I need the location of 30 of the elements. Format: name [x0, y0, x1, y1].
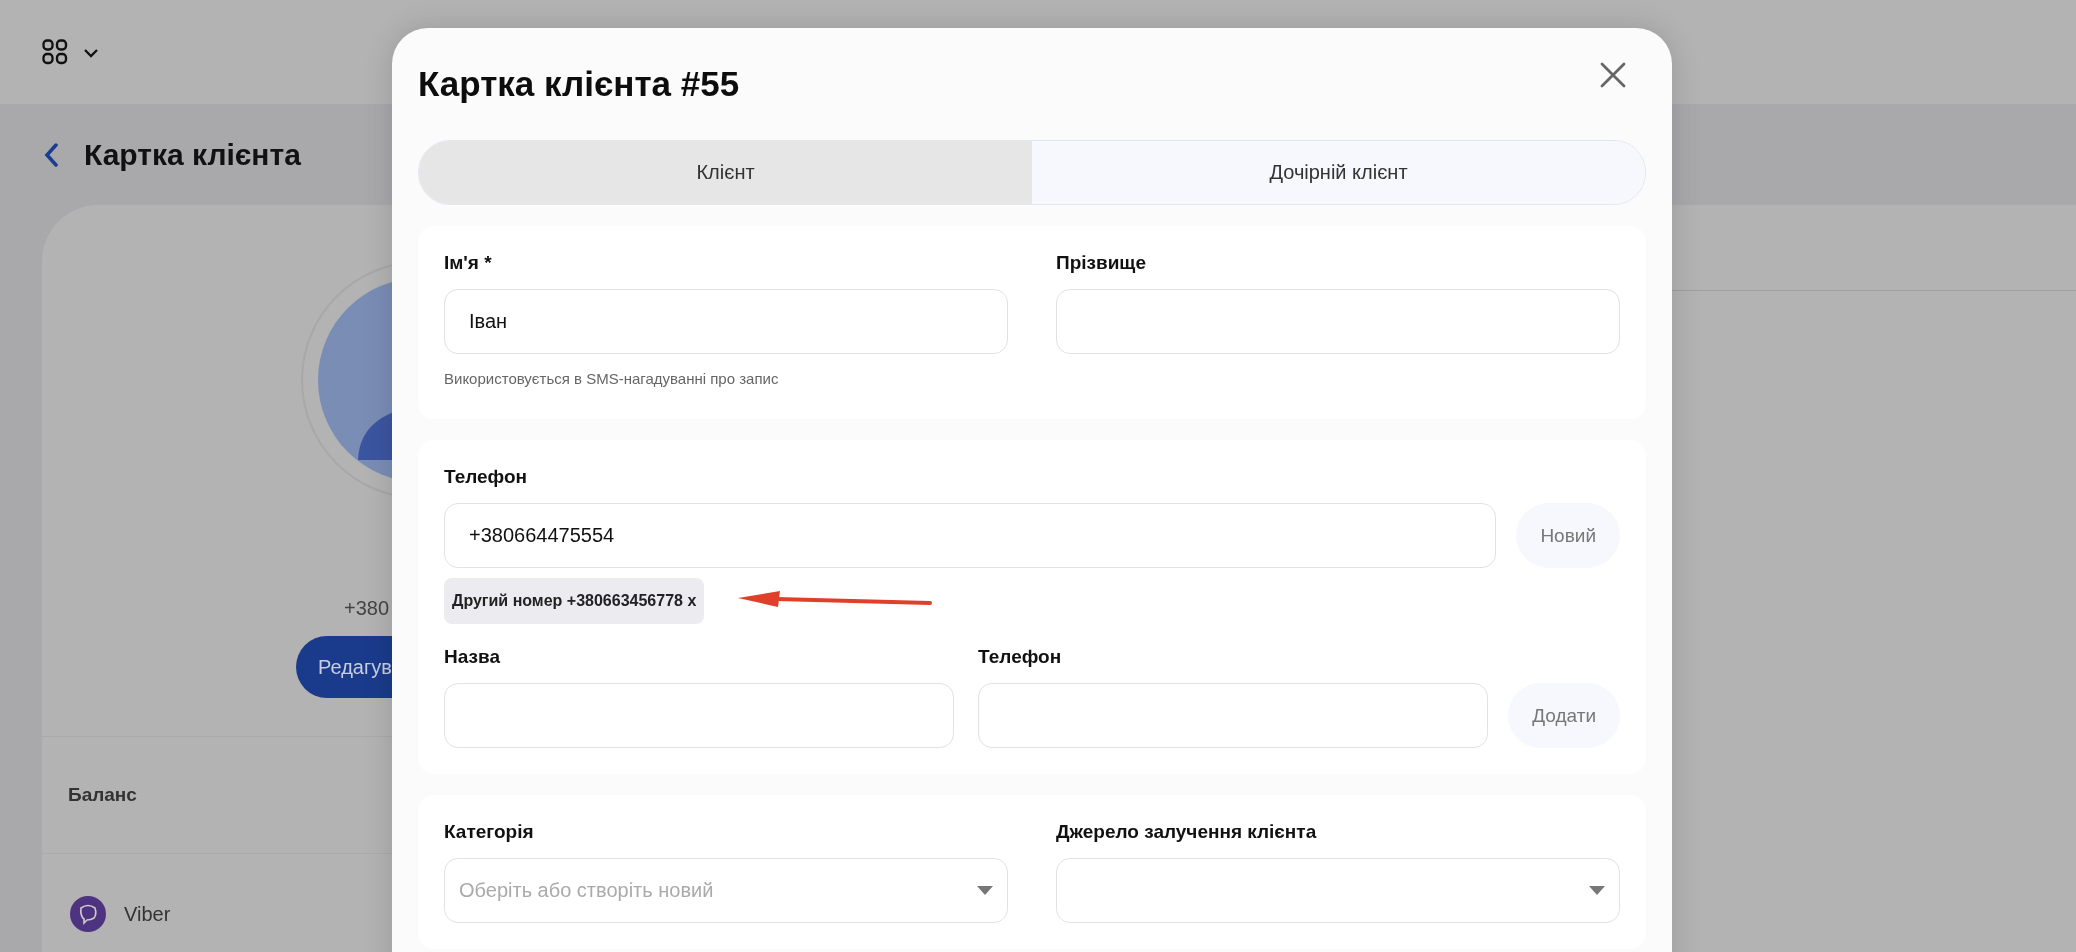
viber-icon: [70, 896, 106, 932]
field-label: Прізвище: [1056, 252, 1147, 274]
field-label: Ім'я *: [444, 252, 493, 274]
input-field[interactable]: [444, 683, 955, 748]
phone-number: +380: [344, 597, 391, 620]
caret-icon[interactable]: [1589, 886, 1605, 895]
balance-label: Баланс: [68, 784, 137, 806]
field-label: Телефон: [444, 466, 529, 488]
caret-icon[interactable]: [977, 886, 993, 895]
input-field[interactable]: Іван: [444, 289, 1008, 354]
apps-icon[interactable]: [42, 39, 100, 65]
field-label: Джерело залучення клієнта: [1056, 821, 1318, 843]
new-button[interactable]: Новий: [1516, 503, 1620, 568]
back-icon[interactable]: [44, 142, 58, 167]
input-field[interactable]: +380664475554: [444, 503, 1497, 568]
messenger-name: Viber: [124, 902, 171, 926]
input-field[interactable]: [978, 683, 1489, 748]
field-label: Категорія: [444, 821, 535, 843]
phone-tag[interactable]: Другий номер +380663456778 x: [444, 578, 705, 624]
select-field[interactable]: [1056, 858, 1620, 923]
add-button[interactable]: Додати: [1508, 683, 1620, 748]
field-label: Телефон: [978, 646, 1063, 668]
field-label: Назва: [444, 646, 501, 668]
hint-text: Використовується в SMS-нагадуванні про запис: [444, 370, 780, 387]
input-field[interactable]: [1056, 289, 1620, 354]
tab[interactable]: Клієнт: [419, 141, 1032, 204]
edit-button[interactable]: Редагув: [296, 636, 392, 698]
dialog-title: Картка клієнта #55: [418, 64, 740, 104]
page-title: Картка клієнта: [84, 137, 301, 172]
close-icon[interactable]: [1600, 62, 1626, 88]
